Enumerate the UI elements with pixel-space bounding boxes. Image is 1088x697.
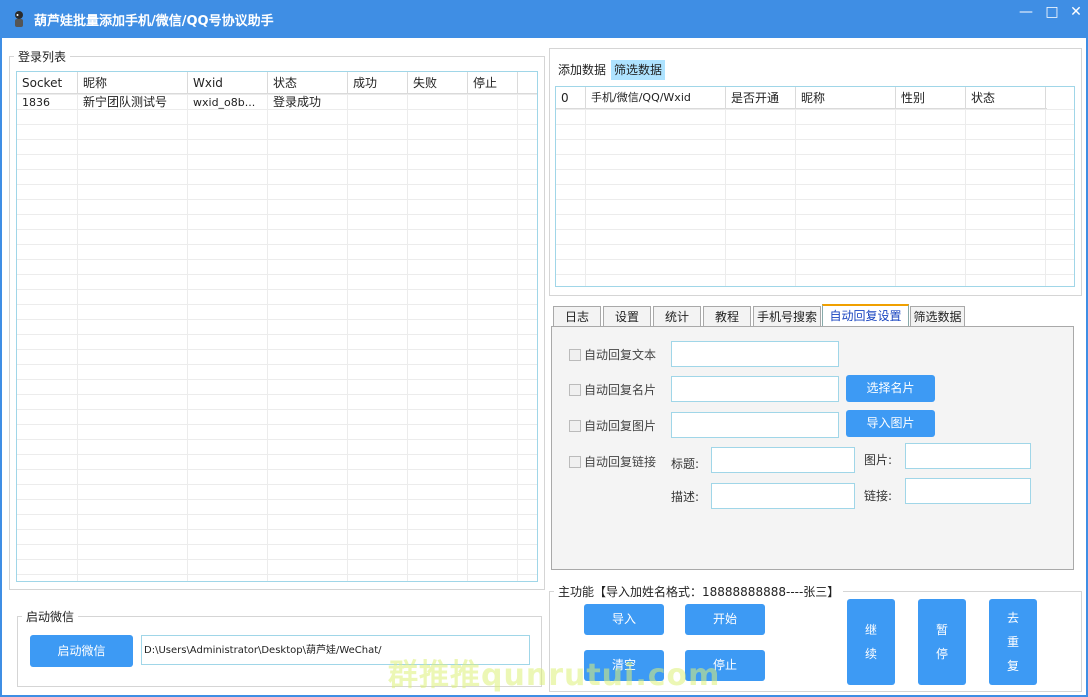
close-button[interactable]: ✕ bbox=[1065, 3, 1087, 21]
dedupe-char: 去 bbox=[1006, 611, 1019, 625]
col-fail[interactable]: 失败 bbox=[408, 72, 468, 94]
dedupe-char: 复 bbox=[1006, 659, 1019, 673]
auto-reply-card-input[interactable] bbox=[671, 376, 839, 402]
tab-tutorial[interactable]: 教程 bbox=[703, 306, 751, 327]
auto-reply-image-checkbox[interactable]: 自动回复图片 bbox=[569, 418, 656, 434]
link-desc-label: 描述: bbox=[671, 490, 700, 504]
data-table[interactable]: 0 手机/微信/QQ/Wxid 是否开通 昵称 性别 状态 bbox=[555, 86, 1075, 287]
login-table-header: Socket 昵称 Wxid 状态 成功 失败 停止 bbox=[17, 72, 537, 94]
checkbox-icon bbox=[569, 349, 581, 361]
checkbox-icon bbox=[569, 456, 581, 468]
col-account[interactable]: 手机/微信/QQ/Wxid bbox=[586, 87, 726, 109]
dedupe-button[interactable]: 去 重 复 bbox=[989, 599, 1037, 685]
col-stop[interactable]: 停止 bbox=[468, 72, 518, 94]
auto-reply-text-input[interactable] bbox=[671, 341, 839, 367]
login-list-legend: 登录列表 bbox=[18, 50, 67, 64]
login-table-body bbox=[17, 94, 537, 581]
row-wxid: wxid_o8b... bbox=[193, 96, 256, 109]
col-opened[interactable]: 是否开通 bbox=[726, 87, 796, 109]
tab-add-data[interactable]: 添加数据 bbox=[555, 60, 609, 80]
tab-phone-search[interactable]: 手机号搜索 bbox=[753, 306, 821, 327]
col-success[interactable]: 成功 bbox=[348, 72, 408, 94]
auto-reply-image-input[interactable] bbox=[671, 412, 839, 438]
auto-reply-card-checkbox[interactable]: 自动回复名片 bbox=[569, 382, 656, 398]
import-button[interactable]: 导入 bbox=[584, 604, 664, 635]
link-title-label: 标题: bbox=[671, 457, 700, 471]
col-wxid[interactable]: Wxid bbox=[188, 72, 268, 94]
col-gender[interactable]: 性别 bbox=[896, 87, 966, 109]
import-image-button[interactable]: 导入图片 bbox=[846, 410, 935, 437]
row-socket: 1836 bbox=[22, 96, 50, 109]
row-nickname: 新宁团队测试号 bbox=[83, 95, 168, 109]
continue-button[interactable]: 继 续 bbox=[847, 599, 895, 685]
tab-settings[interactable]: 设置 bbox=[603, 306, 651, 327]
pause-char: 暂 bbox=[935, 623, 948, 637]
col-data-nickname[interactable]: 昵称 bbox=[796, 87, 896, 109]
link-image-input[interactable] bbox=[905, 443, 1031, 469]
data-table-body bbox=[556, 109, 1074, 286]
col-socket[interactable]: Socket bbox=[17, 72, 78, 94]
maximize-button[interactable]: □ bbox=[1041, 3, 1063, 21]
tab-stats[interactable]: 统计 bbox=[653, 306, 701, 327]
row-status: 登录成功 bbox=[273, 95, 322, 109]
tab-filter[interactable]: 筛选数据 bbox=[910, 306, 965, 327]
auto-reply-link-label: 自动回复链接 bbox=[584, 455, 657, 469]
link-image-label: 图片: bbox=[864, 453, 893, 467]
start-wechat-button[interactable]: 启动微信 bbox=[30, 635, 133, 667]
app-logo-icon bbox=[15, 11, 23, 27]
continue-char: 继 bbox=[864, 623, 877, 637]
data-table-header: 0 手机/微信/QQ/Wxid 是否开通 昵称 性别 状态 bbox=[556, 87, 1047, 109]
title-bar: 葫芦娃批量添加手机/微信/QQ号协议助手 — □ ✕ bbox=[0, 0, 1088, 38]
col-index[interactable]: 0 bbox=[556, 87, 586, 109]
main-function-legend: 主功能【导入加姓名格式：18888888888----张三】 bbox=[558, 585, 840, 599]
dedupe-char: 重 bbox=[1006, 635, 1019, 649]
window-title: 葫芦娃批量添加手机/微信/QQ号协议助手 bbox=[34, 14, 274, 29]
auto-reply-image-label: 自动回复图片 bbox=[584, 419, 657, 433]
auto-reply-text-label: 自动回复文本 bbox=[584, 348, 657, 362]
link-url-input[interactable] bbox=[905, 478, 1031, 504]
link-url-label: 链接: bbox=[864, 489, 893, 503]
col-data-status[interactable]: 状态 bbox=[966, 87, 1046, 109]
start-button[interactable]: 开始 bbox=[685, 604, 765, 635]
auto-reply-card-label: 自动回复名片 bbox=[584, 383, 657, 397]
tab-auto-reply[interactable]: 自动回复设置 bbox=[822, 304, 909, 327]
col-nickname[interactable]: 昵称 bbox=[78, 72, 188, 94]
auto-reply-text-checkbox[interactable]: 自动回复文本 bbox=[569, 347, 656, 363]
watermark: 群推推qunrutui.com bbox=[388, 658, 721, 693]
start-wechat-legend: 启动微信 bbox=[26, 610, 75, 624]
pause-button[interactable]: 暂 停 bbox=[918, 599, 966, 685]
minimize-button[interactable]: — bbox=[1015, 3, 1037, 21]
login-table[interactable]: Socket 昵称 Wxid 状态 成功 失败 停止 1836 新宁团队测试号 … bbox=[16, 71, 538, 582]
auto-reply-link-checkbox[interactable]: 自动回复链接 bbox=[569, 454, 656, 470]
tab-log[interactable]: 日志 bbox=[553, 306, 601, 327]
col-status[interactable]: 状态 bbox=[268, 72, 348, 94]
select-card-button[interactable]: 选择名片 bbox=[846, 375, 935, 402]
continue-char: 续 bbox=[864, 647, 877, 661]
checkbox-icon bbox=[569, 384, 581, 396]
tab-filter-data[interactable]: 筛选数据 bbox=[611, 60, 666, 80]
pause-char: 停 bbox=[935, 647, 948, 661]
checkbox-icon bbox=[569, 420, 581, 432]
link-title-input[interactable] bbox=[711, 447, 855, 473]
link-desc-input[interactable] bbox=[711, 483, 855, 509]
